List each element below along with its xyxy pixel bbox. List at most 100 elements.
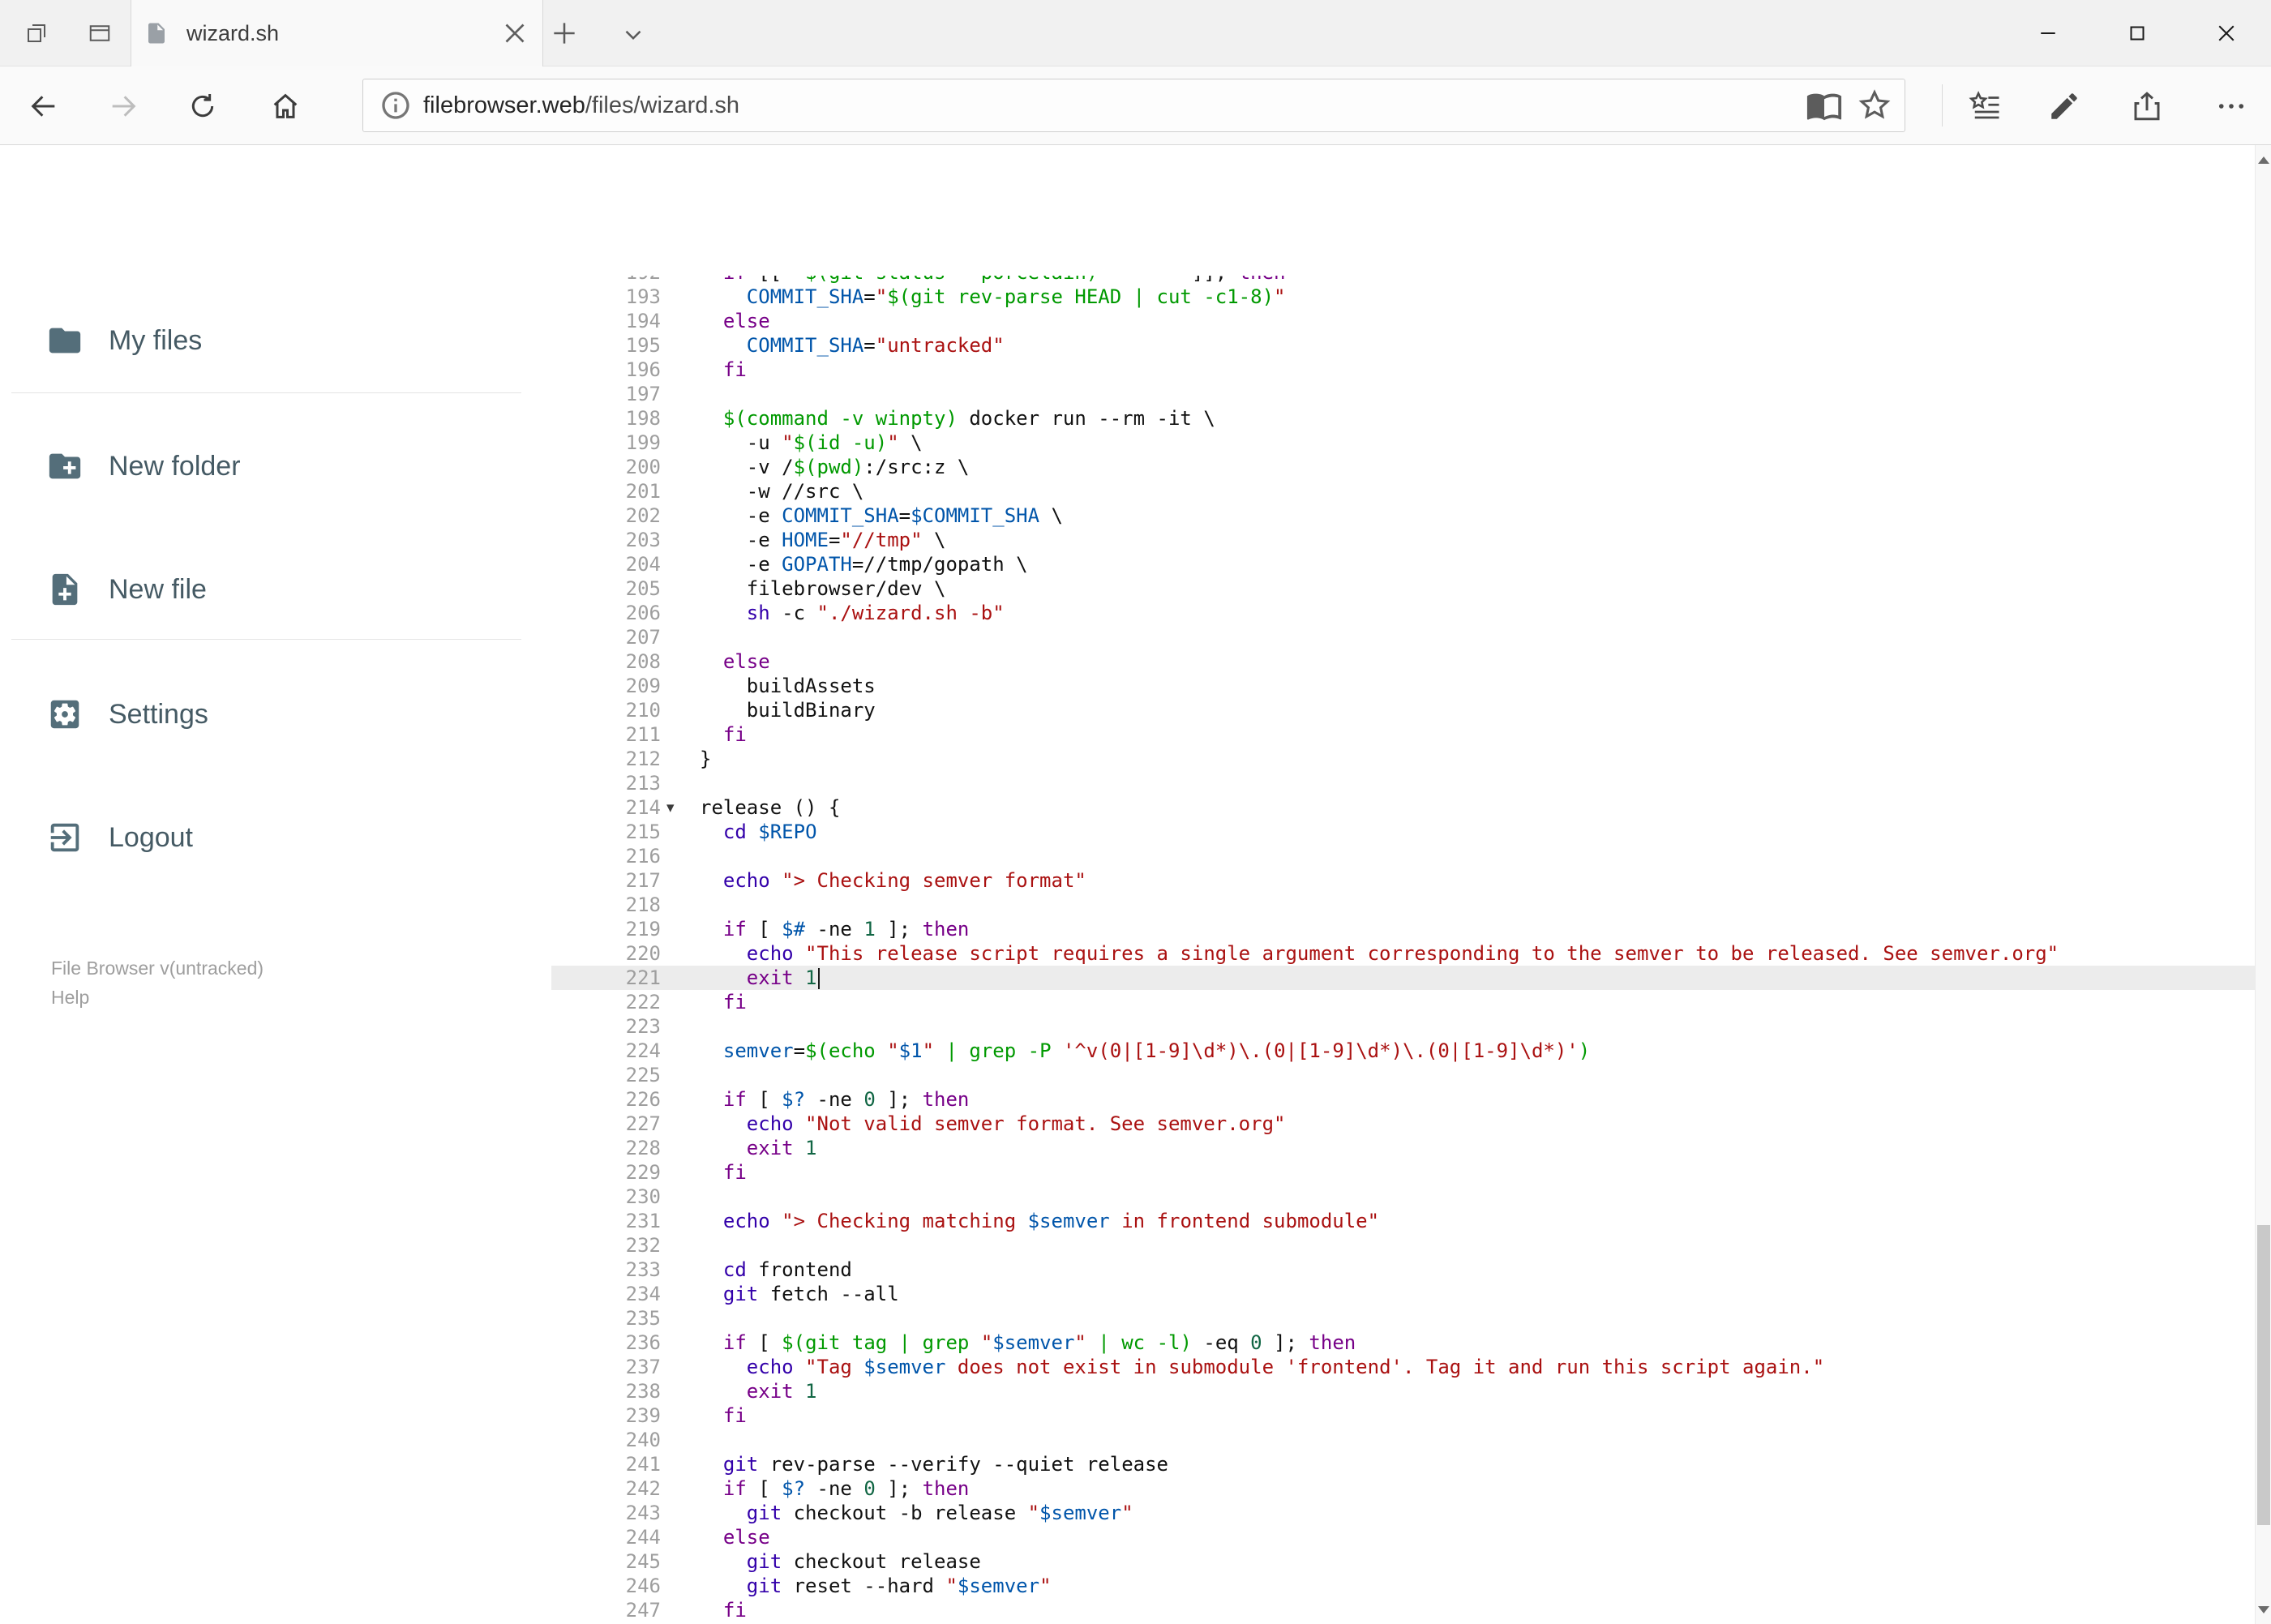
more-menu-button[interactable] — [2212, 87, 2251, 126]
code-line-236[interactable]: 236 if [ $(git tag | grep "$semver" | wc… — [551, 1330, 2255, 1355]
code-line-239[interactable]: 239 fi — [551, 1403, 2255, 1428]
code-line-197[interactable]: 197 — [551, 382, 2255, 406]
code-line-245[interactable]: 245 git checkout release — [551, 1549, 2255, 1574]
code-line-210[interactable]: 210 buildBinary — [551, 698, 2255, 722]
code-line-238[interactable]: 238 exit 1 — [551, 1379, 2255, 1403]
forward-button[interactable] — [95, 78, 152, 135]
code-line-205[interactable]: 205 filebrowser/dev \ — [551, 576, 2255, 601]
code-line-199[interactable]: 199 -u "$(id -u)" \ — [551, 431, 2255, 455]
reading-view-button[interactable] — [1806, 87, 1843, 124]
line-number: 216 — [625, 845, 661, 868]
tab-close-button[interactable] — [500, 19, 529, 48]
line-number: 194 — [625, 310, 661, 332]
site-info-icon[interactable] — [379, 89, 412, 122]
code-line-222[interactable]: 222 fi — [551, 990, 2255, 1014]
code-line-203[interactable]: 203 -e HOME="//tmp" \ — [551, 528, 2255, 552]
code-line-233[interactable]: 233 cd frontend — [551, 1258, 2255, 1282]
code-line-231[interactable]: 231 echo "> Checking matching $semver in… — [551, 1209, 2255, 1233]
code-text: semver=$(echo "$1" | grep -P '^v(0|[1-9]… — [722, 1039, 1591, 1062]
fold-arrow-icon[interactable]: ▾ — [661, 795, 700, 820]
sidebar-item-new-folder[interactable]: New folder — [0, 430, 551, 503]
sidebar-item-logout[interactable]: Logout — [0, 801, 551, 874]
fold-gutter — [661, 941, 700, 966]
fold-gutter — [661, 382, 700, 406]
code-line-221[interactable]: 221 exit 1 — [551, 966, 2255, 990]
close-window-button[interactable] — [2182, 0, 2271, 66]
code-line-206[interactable]: 206 sh -c "./wizard.sh -b" — [551, 601, 2255, 625]
code-line-217[interactable]: 217 echo "> Checking semver format" — [551, 868, 2255, 893]
code-line-219[interactable]: 219 if [ $# -ne 1 ]; then — [551, 917, 2255, 941]
code-line-247[interactable]: 247 fi — [551, 1598, 2255, 1622]
tab-preview-button[interactable] — [75, 8, 125, 58]
code-line-202[interactable]: 202 -e COMMIT_SHA=$COMMIT_SHA \ — [551, 503, 2255, 528]
favorites-hub-button[interactable] — [1965, 87, 2004, 126]
code-line-211[interactable]: 211 fi — [551, 722, 2255, 747]
tab-list-chevron-button[interactable] — [619, 21, 647, 49]
code-line-225[interactable]: 225 — [551, 1063, 2255, 1087]
code-line-246[interactable]: 246 git reset --hard "$semver" — [551, 1574, 2255, 1598]
scroll-down-arrow[interactable] — [2256, 1595, 2271, 1624]
code-line-212[interactable]: 212} — [551, 747, 2255, 771]
code-line-218[interactable]: 218 — [551, 893, 2255, 917]
refresh-button[interactable] — [174, 78, 231, 135]
sidebar-item-new-file[interactable]: New file — [0, 553, 551, 626]
new-tab-button[interactable] — [549, 18, 580, 49]
code-line-198[interactable]: 198 $(command -v winpty) docker run --rm… — [551, 406, 2255, 431]
address-bar[interactable]: filebrowser.web/files/wizard.sh — [362, 79, 1905, 132]
code-line-200[interactable]: 200 -v /$(pwd):/src:z \ — [551, 455, 2255, 479]
home-button[interactable] — [257, 78, 314, 135]
line-number: 245 — [625, 1550, 661, 1573]
code-line-243[interactable]: 243 git checkout -b release "$semver" — [551, 1501, 2255, 1525]
sidebar-item-my-files[interactable]: My files — [0, 304, 551, 377]
code-line-224[interactable]: 224 semver=$(echo "$1" | grep -P '^v(0|[… — [551, 1039, 2255, 1063]
code-line-241[interactable]: 241 git rev-parse --verify --quiet relea… — [551, 1452, 2255, 1476]
code-line-216[interactable]: 216 — [551, 844, 2255, 868]
code-line-213[interactable]: 213 — [551, 771, 2255, 795]
code-line-195[interactable]: 195 COMMIT_SHA="untracked" — [551, 333, 2255, 358]
back-button[interactable] — [15, 78, 72, 135]
code-line-192[interactable]: 192 if [[ "$(git status --porcelain)" ==… — [551, 276, 2255, 285]
code-line-235[interactable]: 235 — [551, 1306, 2255, 1330]
code-line-209[interactable]: 209 buildAssets — [551, 674, 2255, 698]
maximize-button[interactable] — [2093, 0, 2182, 66]
code-line-207[interactable]: 207 — [551, 625, 2255, 649]
help-link[interactable]: Help — [51, 983, 264, 1012]
code-line-232[interactable]: 232 — [551, 1233, 2255, 1258]
set-tabs-aside-button[interactable] — [11, 8, 62, 58]
code-line-242[interactable]: 242 if [ $? -ne 0 ]; then — [551, 1476, 2255, 1501]
minimize-button[interactable] — [2003, 0, 2093, 66]
settings-icon — [46, 696, 84, 733]
scroll-up-arrow[interactable] — [2256, 145, 2271, 174]
code-line-240[interactable]: 240 — [551, 1428, 2255, 1452]
web-note-pen-button[interactable] — [2045, 87, 2084, 126]
code-line-193[interactable]: 193 COMMIT_SHA="$(git rev-parse HEAD | c… — [551, 285, 2255, 309]
code-line-228[interactable]: 228 exit 1 — [551, 1136, 2255, 1160]
code-line-230[interactable]: 230 — [551, 1185, 2255, 1209]
favorite-star-button[interactable] — [1856, 87, 1893, 124]
code-line-201[interactable]: 201 -w //src \ — [551, 479, 2255, 503]
tab-wizard-sh[interactable]: wizard.sh — [131, 0, 543, 66]
share-page-button[interactable] — [2127, 87, 2166, 126]
url-text[interactable]: filebrowser.web/files/wizard.sh — [423, 92, 1793, 119]
sidebar-item-settings[interactable]: Settings — [0, 678, 551, 751]
code-editor[interactable]: 192 if [[ "$(git status --porcelain)" ==… — [551, 276, 2255, 1624]
code-line-194[interactable]: 194 else — [551, 309, 2255, 333]
code-line-244[interactable]: 244 else — [551, 1525, 2255, 1549]
code-line-227[interactable]: 227 echo "Not valid semver format. See s… — [551, 1112, 2255, 1136]
fold-gutter — [661, 406, 700, 431]
code-line-204[interactable]: 204 -e GOPATH=//tmp/gopath \ — [551, 552, 2255, 576]
code-line-196[interactable]: 196 fi — [551, 358, 2255, 382]
page-scrollbar[interactable] — [2255, 145, 2271, 1624]
code-line-208[interactable]: 208 else — [551, 649, 2255, 674]
code-line-226[interactable]: 226 if [ $? -ne 0 ]; then — [551, 1087, 2255, 1112]
code-line-215[interactable]: 215 cd $REPO — [551, 820, 2255, 844]
line-number: 227 — [625, 1112, 661, 1135]
code-line-223[interactable]: 223 — [551, 1014, 2255, 1039]
code-line-234[interactable]: 234 git fetch --all — [551, 1282, 2255, 1306]
scrollbar-thumb[interactable] — [2257, 1225, 2270, 1525]
code-line-220[interactable]: 220 echo "This release script requires a… — [551, 941, 2255, 966]
code-text: } — [700, 748, 712, 770]
code-line-237[interactable]: 237 echo "Tag $semver does not exist in … — [551, 1355, 2255, 1379]
code-line-214[interactable]: 214 ▾ release () { — [551, 795, 2255, 820]
code-line-229[interactable]: 229 fi — [551, 1160, 2255, 1185]
